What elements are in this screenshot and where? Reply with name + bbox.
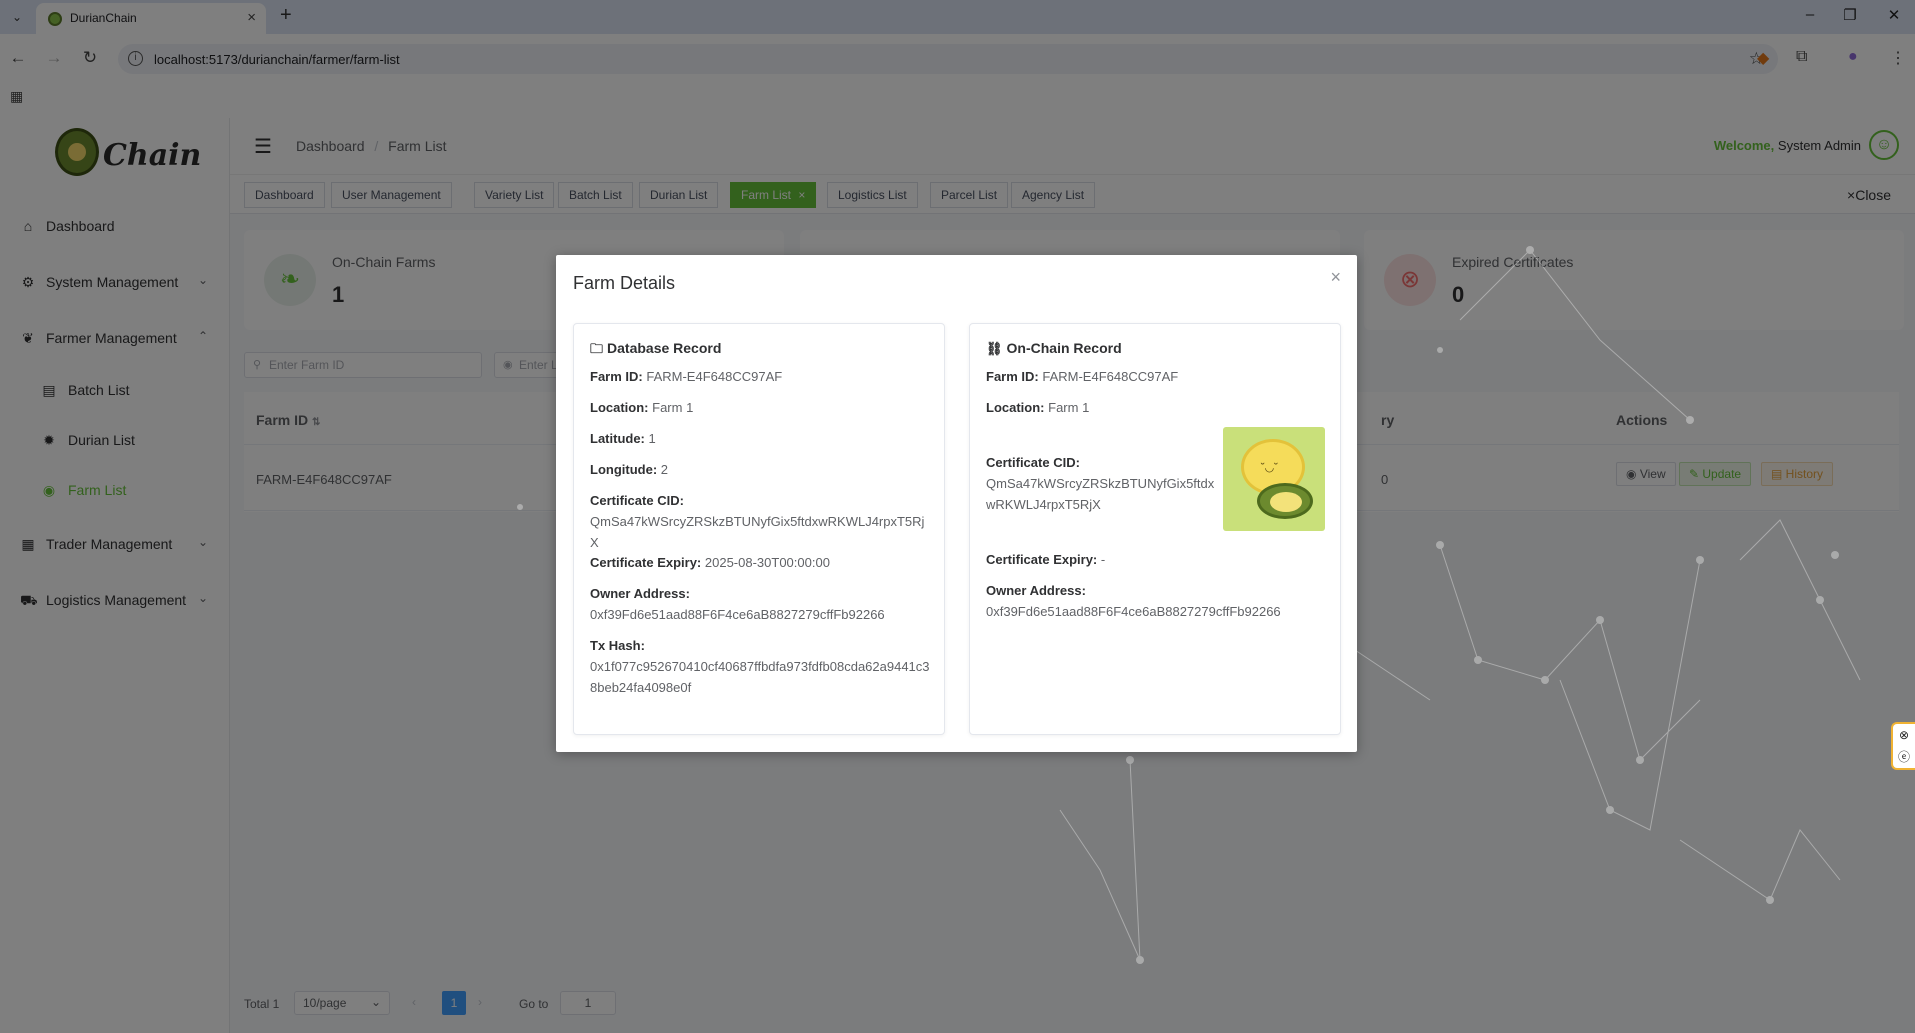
chain-certificate-cid: Certificate CID: QmSa47kWSrcyZRSkzBTUNyfG… bbox=[986, 452, 1216, 515]
on-chain-record-panel: ⛓ On-Chain Record Farm ID: FARM-E4F648CC9… bbox=[969, 323, 1341, 735]
field-label: Latitude: bbox=[590, 431, 645, 446]
field-label: Location: bbox=[986, 400, 1045, 415]
field-label: Certificate Expiry: bbox=[986, 552, 1098, 567]
assistant-icon[interactable]: ⓔ bbox=[1893, 746, 1915, 768]
floating-side-widget[interactable]: ⊗ ⓔ bbox=[1891, 722, 1915, 770]
chain-location: Location: Farm 1 bbox=[986, 397, 1326, 418]
field-value: 2 bbox=[660, 462, 669, 477]
field-label: Certificate Expiry: bbox=[590, 555, 702, 570]
field-value: 2025-08-30T00:00:00 bbox=[704, 555, 830, 570]
db-tx-hash: Tx Hash: 0x1f077c952670410cf40687ffbdfa97… bbox=[590, 635, 930, 698]
field-label: Farm ID: bbox=[986, 369, 1039, 384]
panel-heading-label: Database Record bbox=[607, 340, 722, 356]
database-record-panel: 🗀 Database Record Farm ID: FARM-E4F648CC9… bbox=[573, 323, 945, 735]
field-value: Farm 1 bbox=[1048, 400, 1090, 415]
field-label: Owner Address: bbox=[986, 583, 1086, 598]
field-label: Farm ID: bbox=[590, 369, 643, 384]
field-label: Owner Address: bbox=[590, 586, 690, 601]
close-circle-icon[interactable]: ⊗ bbox=[1893, 724, 1915, 746]
chain-certificate-expiry: Certificate Expiry: - bbox=[986, 549, 1326, 570]
link-icon: ⛓ bbox=[986, 341, 1003, 356]
field-value: 0xf39Fd6e51aad88F6F4ce6aB8827279cffFb922… bbox=[590, 607, 885, 622]
farm-details-modal: Farm Details × 🗀 Database Record Farm ID:… bbox=[556, 255, 1357, 752]
modal-close-icon[interactable]: × bbox=[1330, 267, 1341, 288]
modal-title: Farm Details bbox=[573, 273, 676, 293]
field-value: 0xf39Fd6e51aad88F6F4ce6aB8827279cffFb922… bbox=[986, 604, 1281, 619]
field-value: 1 bbox=[648, 431, 656, 446]
db-location: Location: Farm 1 bbox=[590, 397, 930, 418]
db-latitude: Latitude: 1 bbox=[590, 428, 930, 449]
db-certificate-expiry: Certificate Expiry: 2025-08-30T00:00:00 bbox=[590, 552, 930, 573]
db-farm-id: Farm ID: FARM-E4F648CC97AF bbox=[590, 366, 930, 387]
panel-heading: 🗀 Database Record bbox=[590, 340, 721, 362]
field-value: Farm 1 bbox=[652, 400, 694, 415]
field-value: FARM-E4F648CC97AF bbox=[646, 369, 783, 384]
field-label: Tx Hash: bbox=[590, 638, 645, 653]
db-owner-address: Owner Address: 0xf39Fd6e51aad88F6F4ce6aB8… bbox=[590, 583, 930, 625]
db-certificate-cid: Certificate CID: QmSa47kWSrcyZRSkzBTUNyfG… bbox=[590, 490, 930, 553]
field-value: QmSa47kWSrcyZRSkzBTUNyfGix5ftdxwRKWLJ4rp… bbox=[590, 514, 925, 550]
field-label: Location: bbox=[590, 400, 649, 415]
field-label: Certificate CID: bbox=[590, 493, 684, 508]
chain-owner-address: Owner Address: 0xf39Fd6e51aad88F6F4ce6aB8… bbox=[986, 580, 1326, 622]
durian-face-icon: ˘◡˘ bbox=[1261, 462, 1278, 474]
chain-farm-id: Farm ID: FARM-E4F648CC97AF bbox=[986, 366, 1326, 387]
field-label: Certificate CID: bbox=[986, 455, 1080, 470]
field-value: QmSa47kWSrcyZRSkzBTUNyfGix5ftdxwRKWLJ4rp… bbox=[986, 476, 1215, 512]
durian-slice-illustration bbox=[1257, 483, 1313, 519]
field-value: FARM-E4F648CC97AF bbox=[1042, 369, 1179, 384]
folder-icon: 🗀 bbox=[590, 341, 604, 356]
field-value: - bbox=[1100, 552, 1106, 567]
field-value: 0x1f077c952670410cf40687ffbdfa973fdfb08c… bbox=[590, 659, 930, 695]
db-longitude: Longitude: 2 bbox=[590, 459, 930, 480]
panel-heading: ⛓ On-Chain Record bbox=[986, 340, 1122, 357]
field-label: Longitude: bbox=[590, 462, 658, 477]
certificate-image[interactable]: ˘◡˘ bbox=[1223, 427, 1325, 531]
panel-heading-label: On-Chain Record bbox=[1006, 340, 1122, 356]
